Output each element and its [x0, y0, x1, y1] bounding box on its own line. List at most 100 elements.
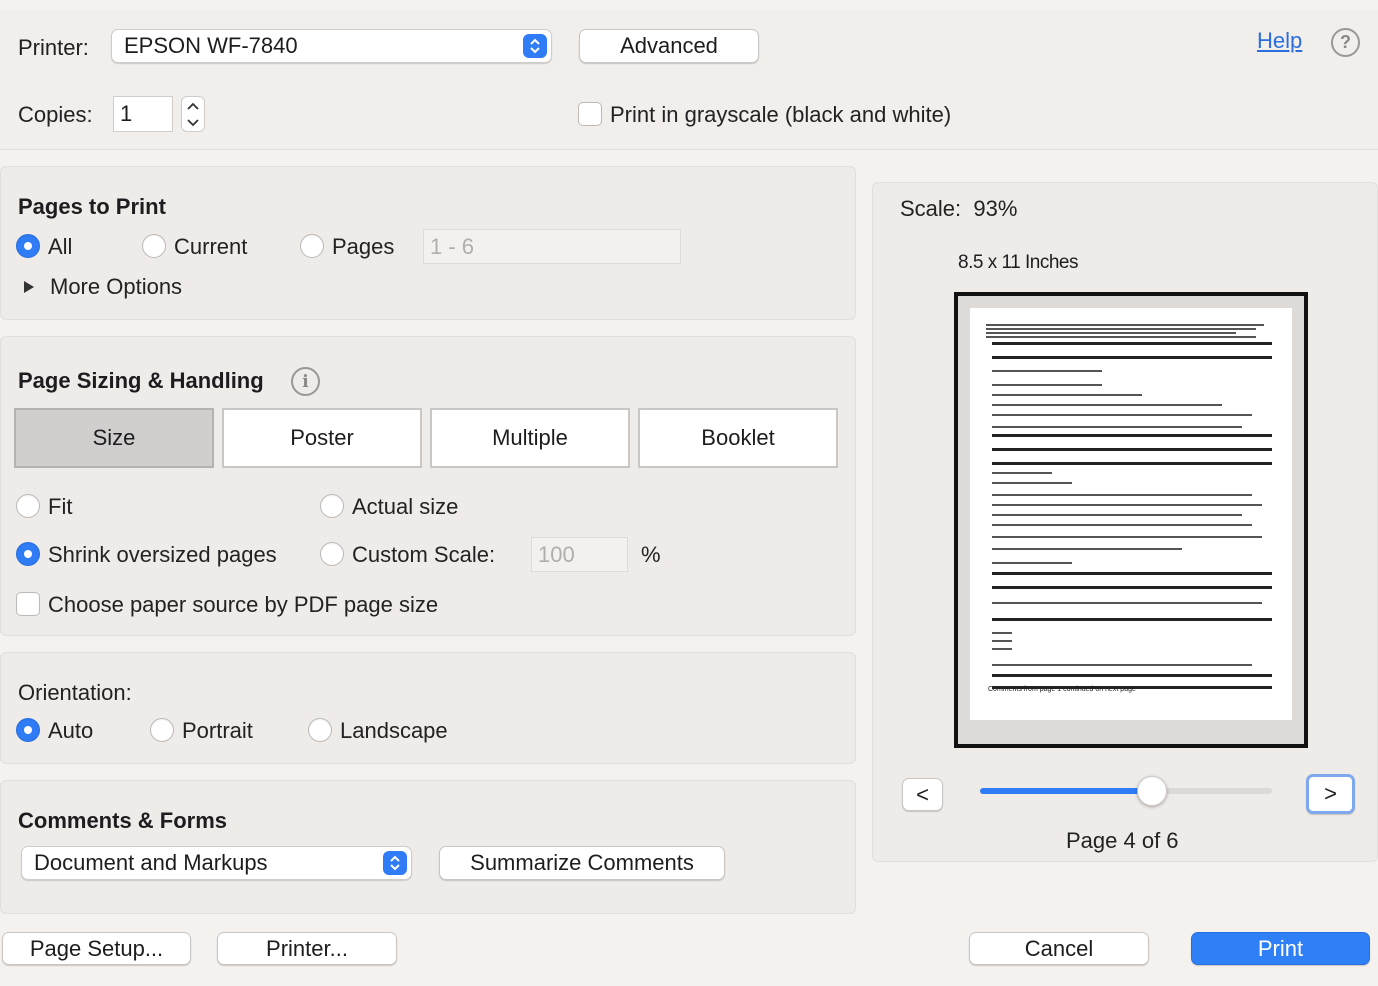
chevron-down-icon[interactable]: [187, 118, 199, 127]
paper-source-label: Choose paper source by PDF page size: [48, 592, 439, 617]
orientation-title: Orientation:: [18, 680, 132, 705]
page-setup-button[interactable]: Page Setup...: [2, 932, 191, 965]
shrink-oversized-radio[interactable]: [16, 542, 40, 566]
preview-text-line: [992, 356, 1272, 359]
pages-to-print-title: Pages to Print: [18, 194, 166, 219]
preview-text-line: [992, 536, 1262, 538]
copies-input[interactable]: 1: [113, 96, 173, 132]
pages-current-label: Current: [174, 234, 248, 259]
prev-page-button[interactable]: <: [902, 778, 943, 811]
comments-select[interactable]: Document and Markups: [21, 846, 412, 880]
orientation-landscape-label: Landscape: [340, 718, 448, 743]
preview-text-line: [986, 332, 1236, 334]
preview-text-line: [992, 426, 1242, 428]
preview-text-line: [992, 342, 1272, 345]
printer-select[interactable]: EPSON WF-7840: [111, 29, 552, 63]
shrink-oversized-label: Shrink oversized pages: [48, 542, 277, 567]
orientation-portrait-label: Portrait: [182, 718, 253, 743]
preview-text-line: [992, 572, 1272, 575]
pages-all-label: All: [48, 234, 73, 259]
preview-text-line: [992, 494, 1252, 496]
actual-size-radio[interactable]: [320, 494, 344, 518]
tab-poster[interactable]: Poster: [222, 408, 422, 468]
preview-text-line: [992, 394, 1142, 396]
preview-text-line: [992, 562, 1072, 564]
orientation-auto-label: Auto: [48, 718, 94, 743]
preview-text-line: [992, 548, 1182, 550]
preview-text-line: [992, 370, 1102, 372]
pages-range-radio[interactable]: [300, 234, 324, 258]
preview-text-line: [986, 336, 1256, 338]
comments-select-value: Document and Markups: [34, 850, 268, 875]
preview-text-line: [992, 686, 1272, 689]
preview-text-line: [992, 524, 1252, 526]
pages-all-radio[interactable]: [16, 234, 40, 258]
page-sizing-title: Page Sizing & Handling: [18, 368, 264, 393]
pages-range-input[interactable]: 1 - 6: [423, 229, 681, 264]
page-preview: Comments from page 1 continued on next p…: [970, 308, 1292, 720]
scale-value: 93%: [973, 196, 1018, 221]
cancel-button[interactable]: Cancel: [969, 932, 1149, 965]
orientation-panel: [0, 652, 856, 764]
tab-multiple[interactable]: Multiple: [430, 408, 630, 468]
copies-stepper[interactable]: [181, 96, 205, 132]
preview-text-line: [992, 414, 1252, 416]
pages-current-radio[interactable]: [142, 234, 166, 258]
preview-text-line: [986, 324, 1264, 326]
actual-size-label: Actual size: [352, 494, 459, 519]
chevron-up-down-icon: [523, 34, 547, 58]
preview-text-line: [992, 632, 1012, 634]
next-page-button[interactable]: >: [1306, 774, 1355, 814]
tab-booklet[interactable]: Booklet: [638, 408, 838, 468]
preview-text-line: [992, 472, 1052, 474]
preview-text-line: [992, 602, 1262, 604]
info-icon[interactable]: i: [291, 367, 320, 396]
preview-text-line: [992, 462, 1272, 465]
page-slider-track[interactable]: [980, 776, 1272, 806]
copies-label: Copies:: [18, 102, 93, 127]
orientation-portrait-radio[interactable]: [150, 718, 174, 742]
summarize-comments-button[interactable]: Summarize Comments: [439, 846, 725, 880]
preview-text-line: [992, 664, 1252, 666]
page-slider-fill: [980, 788, 1153, 794]
orientation-landscape-radio[interactable]: [308, 718, 332, 742]
fit-label: Fit: [48, 494, 73, 519]
printer-label: Printer:: [18, 35, 89, 60]
custom-scale-value: 100: [538, 541, 575, 567]
preview-text-line: [992, 514, 1242, 516]
preview-text-line: [992, 618, 1272, 621]
paper-source-checkbox[interactable]: [16, 592, 40, 616]
preview-text-line: [992, 434, 1272, 437]
chevron-up-icon[interactable]: [187, 102, 199, 110]
page-indicator: Page 4 of 6: [1066, 828, 1179, 853]
help-icon[interactable]: ?: [1331, 28, 1360, 57]
orientation-auto-radio[interactable]: [16, 718, 40, 742]
fit-radio[interactable]: [16, 494, 40, 518]
preview-text-line: [992, 586, 1272, 589]
copies-value: 1: [120, 101, 133, 126]
print-button[interactable]: Print: [1191, 932, 1370, 965]
scale-label: Scale:: [900, 196, 962, 221]
advanced-button[interactable]: Advanced: [579, 29, 759, 63]
preview-text-line: [992, 674, 1272, 677]
printer-select-value: EPSON WF-7840: [124, 33, 298, 58]
scale-readout: Scale: 93%: [900, 196, 1017, 222]
custom-scale-radio[interactable]: [320, 542, 344, 566]
disclosure-triangle-icon: [24, 281, 34, 293]
comments-forms-title: Comments & Forms: [18, 808, 228, 833]
preview-text-line: [992, 504, 1262, 506]
preview-text-line: [992, 648, 1012, 650]
more-options-disclosure[interactable]: More Options: [22, 274, 182, 300]
pages-range-label: Pages: [332, 234, 395, 259]
custom-scale-label: Custom Scale:: [352, 542, 496, 567]
printer-button[interactable]: Printer...: [217, 932, 397, 965]
help-link[interactable]: Help: [1257, 28, 1302, 54]
preview-text-line: [992, 482, 1072, 484]
grayscale-checkbox[interactable]: [578, 102, 602, 126]
preview-text-line: [992, 640, 1012, 642]
tab-size[interactable]: Size: [14, 408, 214, 468]
percent-label: %: [641, 542, 661, 567]
pages-range-placeholder: 1 - 6: [430, 233, 475, 259]
custom-scale-input[interactable]: 100: [531, 537, 628, 572]
chevron-up-down-icon: [383, 851, 407, 875]
